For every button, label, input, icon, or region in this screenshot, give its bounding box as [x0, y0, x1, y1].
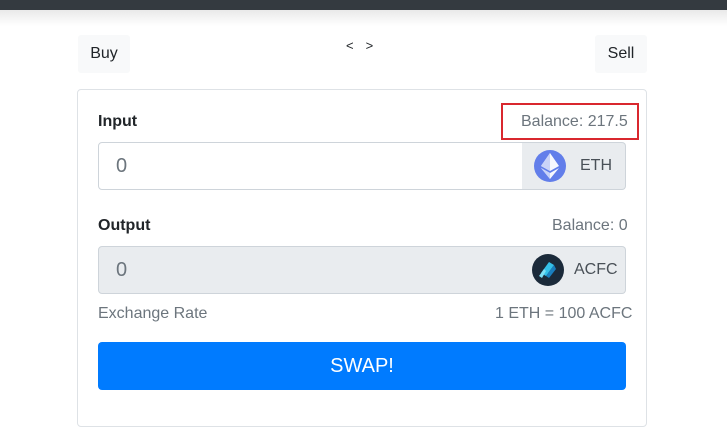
- next-arrow-icon[interactable]: >: [366, 38, 374, 56]
- buy-tab-button[interactable]: Buy: [78, 35, 130, 73]
- input-amount-field[interactable]: 0: [98, 142, 523, 190]
- output-balance: Balance: 0: [552, 217, 628, 234]
- input-token-symbol: ETH: [580, 157, 612, 174]
- prev-arrow-icon[interactable]: <: [346, 38, 354, 56]
- sell-tab-button[interactable]: Sell: [595, 35, 647, 73]
- exchange-rate-value: 1 ETH = 100 ACFC: [495, 305, 633, 322]
- output-label: Output: [98, 217, 151, 234]
- acfc-token-icon: [532, 254, 564, 286]
- swap-button[interactable]: SWAP!: [98, 342, 626, 390]
- ethereum-icon: [534, 150, 566, 182]
- navbar-shadow: [0, 10, 727, 26]
- page-arrows: < >: [346, 38, 382, 56]
- balance-highlight-box: [501, 103, 639, 140]
- top-navbar: [0, 0, 727, 10]
- output-token-symbol: ACFC: [574, 261, 618, 278]
- exchange-rate-label: Exchange Rate: [98, 305, 208, 322]
- output-amount-field: 0: [98, 246, 521, 294]
- input-token-addon: ETH: [522, 142, 626, 190]
- input-label: Input: [98, 113, 138, 130]
- output-token-addon: ACFC: [520, 246, 626, 294]
